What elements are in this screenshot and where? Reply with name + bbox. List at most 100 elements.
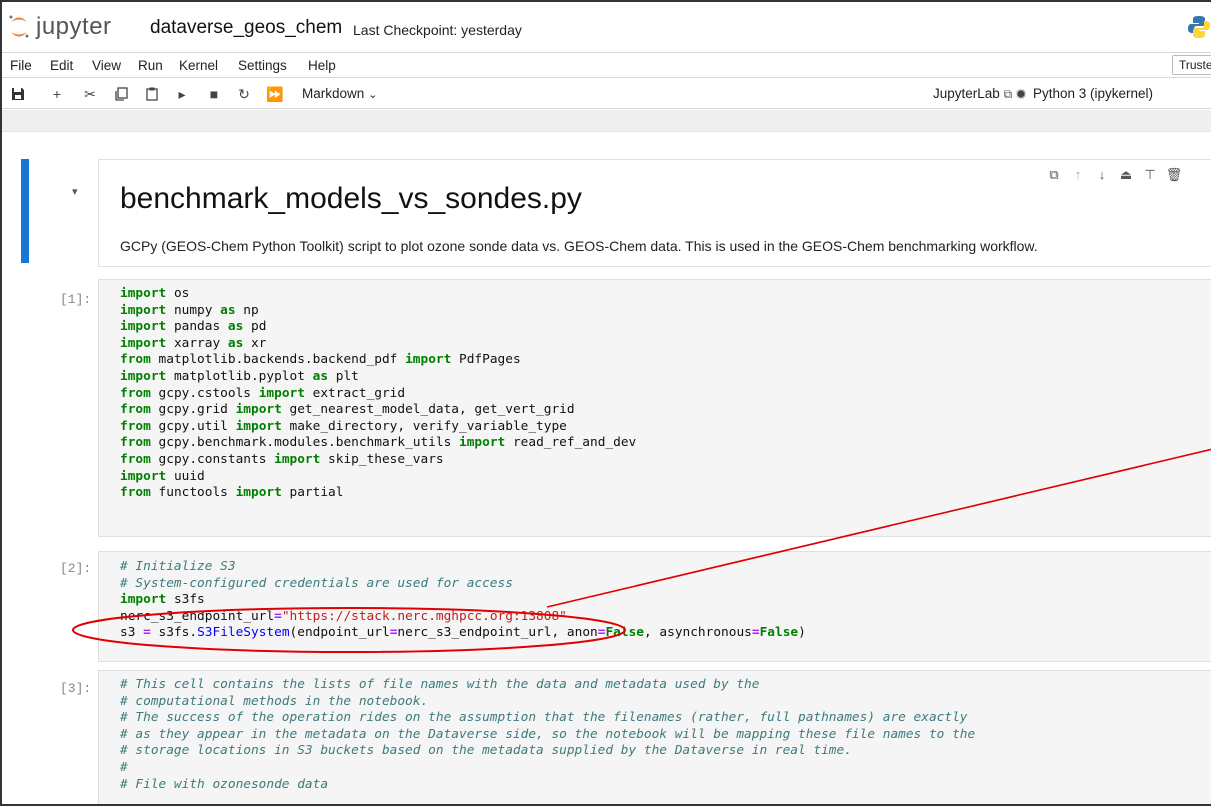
menu-kernel[interactable]: Kernel (179, 58, 218, 73)
code-token: pd (243, 319, 267, 335)
code-token: from (120, 451, 151, 467)
cell-toolbar: ⧉ ↑ ↓ ⏏ ⊤ 🗑 (1042, 167, 1186, 185)
stop-icon[interactable]: ■ (205, 85, 223, 103)
insert-below-icon[interactable]: ⊤ (1138, 167, 1162, 185)
cell-2-prompt: [2]: (60, 561, 92, 576)
code-token: # Initialize S3 (120, 559, 236, 574)
code-token: import (120, 335, 167, 351)
code-token: import (274, 451, 321, 467)
menu-run[interactable]: Run (138, 58, 163, 73)
code-token: "https://stack.nerc.mghpcc.org:13808" (281, 608, 567, 624)
kernel-status[interactable]: Python 3 (ipykernel) (1033, 86, 1153, 101)
code-token: matplotlib.pyplot (166, 368, 313, 384)
code-token: nerc_s3_endpoint_url (120, 608, 275, 624)
code-token: os (166, 286, 190, 301)
notebook-header: jupyter dataverse_geos_chem Last Checkpo… (2, 2, 1211, 52)
code-token: import (120, 592, 167, 608)
menu-settings[interactable]: Settings (238, 58, 287, 73)
insert-above-icon[interactable]: ⏏ (1114, 167, 1138, 185)
copy-icon[interactable] (112, 85, 130, 103)
code-token: import (405, 352, 452, 368)
code-token: from (120, 402, 151, 418)
code-line: # computational methods in the notebook. (120, 694, 975, 711)
code-line: from gcpy.util import make_directory, ve… (120, 419, 636, 436)
code-line: nerc_s3_endpoint_url="https://stack.nerc… (120, 609, 806, 626)
code-token: import (235, 418, 282, 434)
code-line: from gcpy.cstools import extract_grid (120, 386, 636, 403)
code-token: as (227, 335, 244, 351)
code-token: # as they appear in the metadata on the … (120, 726, 976, 742)
jupyter-icon (9, 15, 29, 38)
code-token: from (120, 485, 151, 501)
save-icon[interactable] (9, 85, 27, 103)
code-token: ) (798, 625, 806, 641)
code-token: import (120, 368, 167, 384)
code-token: = (751, 625, 760, 641)
code-token: import (459, 435, 506, 451)
cell-type-value: Markdown (302, 86, 365, 101)
code-cell-1-source[interactable]: import os import numpy as np import pandas… (120, 286, 636, 502)
code-line: import pandas as pd (120, 319, 636, 336)
paste-icon[interactable] (143, 85, 161, 103)
cell-1-prompt: [1]: (60, 292, 92, 307)
code-token: import (120, 286, 167, 301)
menu-view[interactable]: View (92, 58, 121, 73)
code-token: functools (150, 485, 236, 501)
code-token: nerc_s3_endpoint_url, anon (397, 625, 598, 641)
code-token: xarray (166, 335, 228, 351)
jupyterlab-link[interactable]: JupyterLab ⧉ (933, 86, 1012, 102)
code-token: = (143, 625, 151, 641)
code-line: import uuid (120, 469, 636, 486)
code-cell-3-source[interactable]: # This cell contains the lists of file n… (120, 677, 975, 793)
menu-file[interactable]: File (10, 58, 32, 73)
cell-3-prompt: [3]: (60, 681, 92, 696)
code-line: import matplotlib.pyplot as plt (120, 369, 636, 386)
duplicate-cell-icon[interactable]: ⧉ (1042, 167, 1066, 185)
code-token: False (605, 625, 644, 641)
code-token: uuid (166, 468, 205, 484)
fast-forward-icon[interactable]: ⏩ (266, 85, 284, 103)
code-token: # (120, 759, 128, 775)
code-token: as (227, 319, 244, 335)
code-token: get_nearest_model_data, get_vert_grid (281, 402, 575, 418)
notebook-window: jupyter dataverse_geos_chem Last Checkpo… (0, 0, 1211, 806)
code-token: import (120, 319, 167, 335)
move-up-icon[interactable]: ↑ (1066, 167, 1090, 185)
code-line: # (120, 760, 975, 777)
debugger-bug-icon[interactable]: ✹ (1012, 85, 1030, 103)
menu-edit[interactable]: Edit (50, 58, 73, 73)
notebook-title[interactable]: dataverse_geos_chem (150, 17, 342, 39)
code-token: matplotlib.backends.backend_pdf (150, 352, 406, 368)
code-line: s3 = s3fs.S3FileSystem(endpoint_url = nerc… (120, 625, 806, 642)
code-token: from (120, 418, 151, 434)
menu-help[interactable]: Help (308, 58, 336, 73)
cut-icon[interactable]: ✂ (81, 85, 99, 103)
trusted-button[interactable]: Truste (1172, 55, 1211, 75)
code-token: plt (328, 368, 359, 384)
collapse-heading-icon[interactable]: ▾ (72, 185, 78, 198)
move-down-icon[interactable]: ↓ (1090, 167, 1114, 185)
code-token: partial (281, 485, 344, 501)
delete-cell-icon[interactable]: 🗑 (1162, 167, 1186, 185)
add-cell-icon[interactable]: + (48, 85, 66, 103)
code-token: pandas (166, 319, 228, 335)
restart-icon[interactable]: ↻ (235, 85, 253, 103)
code-token: # storage locations in S3 buckets based … (120, 743, 852, 759)
code-token: import (120, 302, 167, 318)
code-token: np (235, 302, 259, 318)
code-token: # This cell contains the lists of file n… (120, 677, 760, 692)
code-line: # Initialize S3 (120, 559, 806, 576)
code-token: # File with ozonesonde data (120, 776, 329, 792)
code-token: read_ref_and_dev (505, 435, 637, 451)
code-token: # The success of the operation rides on … (120, 710, 968, 726)
code-line: from matplotlib.backends.backend_pdf imp… (120, 352, 636, 369)
run-icon[interactable]: ▸ (173, 85, 191, 103)
code-cell-2-source[interactable]: # Initialize S3 # System-configured crede… (120, 559, 806, 642)
jupyter-logo[interactable]: jupyter (8, 13, 112, 41)
code-token: import (235, 485, 282, 501)
cell-type-select[interactable]: Markdown ⌄ (302, 86, 378, 101)
code-token: False (759, 625, 799, 641)
jupyter-wordmark: jupyter (36, 13, 112, 40)
code-token: PdfPages (451, 352, 521, 368)
code-line: # System-configured credentials are used… (120, 576, 806, 593)
